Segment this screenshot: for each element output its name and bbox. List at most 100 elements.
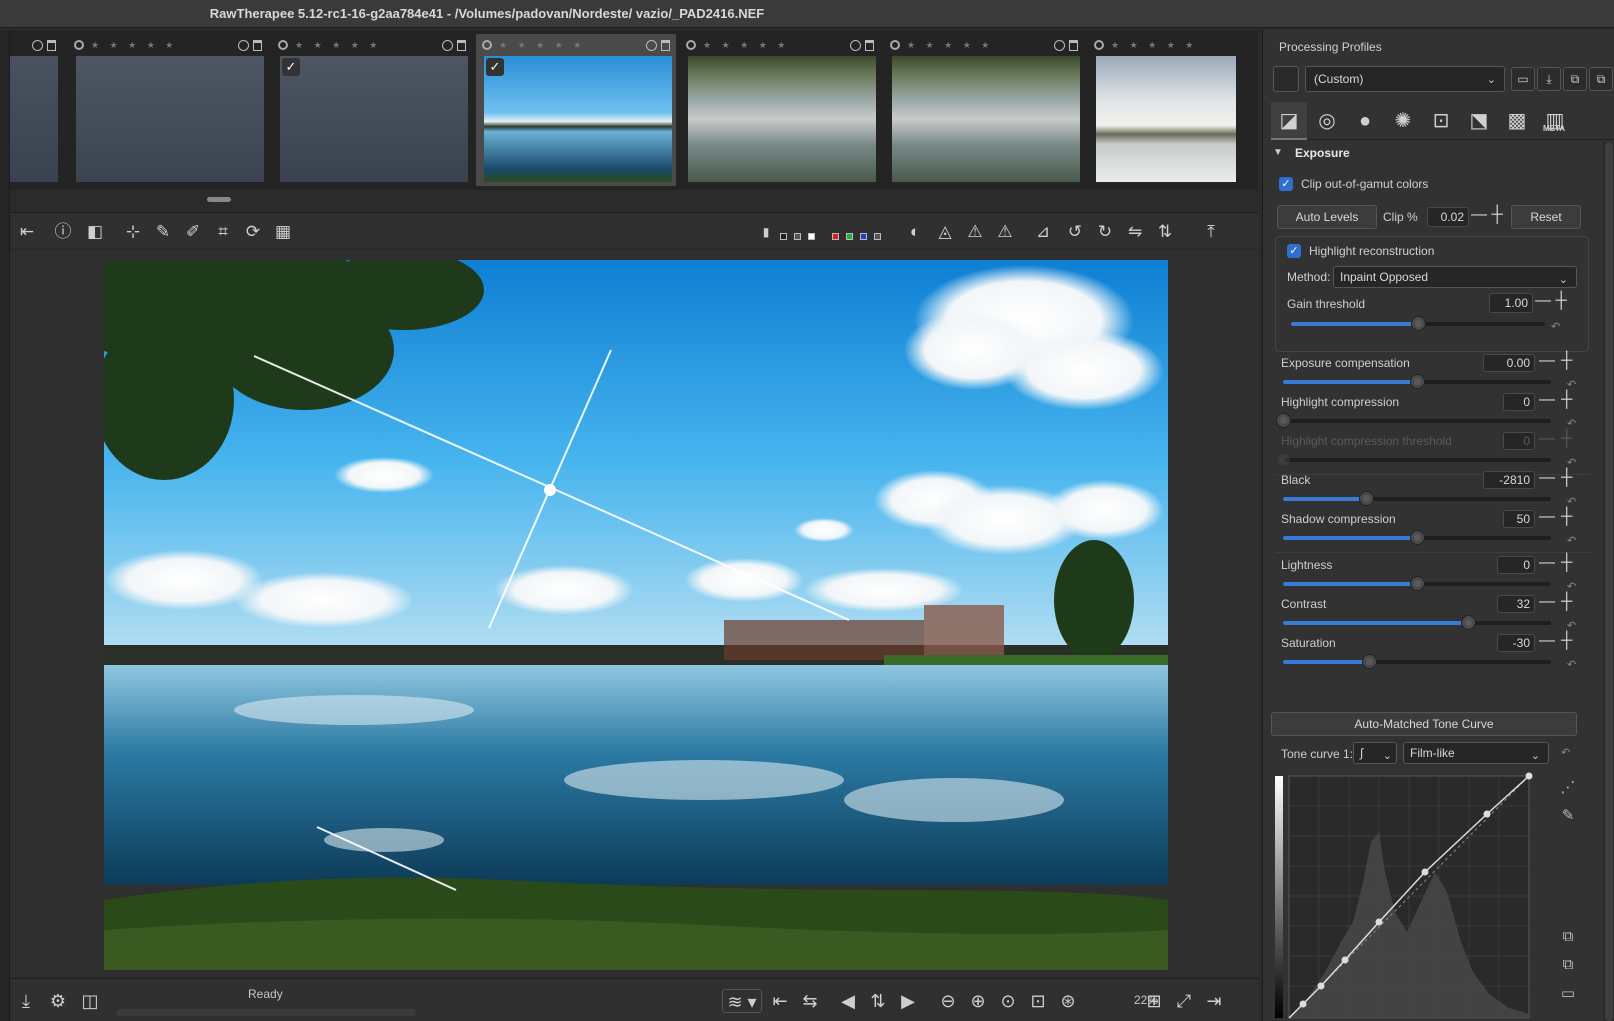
highlight-recon-checkbox[interactable]: ✓	[1287, 244, 1301, 258]
rating-stars[interactable]: ★ ★ ★ ★ ★	[295, 40, 381, 51]
slider-knob[interactable]	[1410, 530, 1425, 545]
slider-track[interactable]	[1283, 654, 1551, 669]
reset-arrow-icon[interactable]: ↶	[1567, 534, 1576, 547]
slider-track[interactable]	[1283, 615, 1551, 630]
preview-green-channel[interactable]	[846, 233, 853, 240]
preview-grey-swatch[interactable]	[794, 233, 801, 240]
slider-row[interactable]: Contrast 32 —┼ ↶	[1263, 593, 1601, 634]
reset-arrow-icon[interactable]: ↶	[1567, 417, 1576, 430]
rank-circle-icon[interactable]	[32, 39, 43, 51]
slider-stepper[interactable]: —┼	[1539, 593, 1578, 611]
tab-details[interactable]: ◎	[1309, 102, 1345, 140]
thumbnail[interactable]: ★ ★ ★ ★ ★	[68, 34, 268, 186]
slider-track[interactable]	[1283, 530, 1551, 545]
reset-arrow-icon[interactable]: ↶	[1551, 320, 1560, 333]
filmstrip[interactable]: ★ ★ ★ ★ ★ ★ ★ ★ ★ ★ ✓ ★ ★ ★ ★ ★ ✓ ★ ★ ★ …	[10, 30, 1258, 190]
reset-arrow-icon[interactable]: ↶	[1567, 456, 1576, 469]
histogram-icon[interactable]: ⊿	[1032, 221, 1054, 243]
save-profile-icon[interactable]: ⤓	[1537, 67, 1561, 91]
perspective-icon[interactable]: ▦	[272, 221, 294, 243]
tab-transform[interactable]: ⬔	[1461, 102, 1497, 140]
rank-circle-icon[interactable]	[442, 39, 453, 51]
slider-stepper[interactable]: —┼	[1539, 469, 1578, 487]
paste-curve-icon[interactable]: ⧉	[1557, 956, 1579, 978]
rating-stars[interactable]: ★ ★ ★ ★ ★	[703, 40, 789, 51]
zoom-in-icon[interactable]: ⊕	[966, 989, 990, 1013]
open-profile-icon[interactable]: ▭	[1511, 67, 1535, 91]
profile-select[interactable]: (Custom) ⌄	[1305, 66, 1505, 92]
zoom-fit-icon[interactable]: ⊙	[996, 989, 1020, 1013]
white-balance-picker-icon[interactable]: ✎	[152, 221, 174, 243]
tab-raw[interactable]: ▩	[1499, 102, 1535, 140]
tools-scroll-area[interactable]: ▼ Exposure ✓ Clip out-of-gamut colors Au…	[1263, 142, 1603, 1021]
hide-right-panel-icon[interactable]: ⇥	[1202, 989, 1226, 1013]
tab-local[interactable]: ⊡	[1423, 102, 1459, 140]
preview-blue-channel[interactable]	[860, 233, 867, 240]
copy-curve-icon[interactable]: ⧉	[1557, 928, 1579, 950]
profile-cog-icon[interactable]	[1094, 40, 1104, 50]
highlight-recon-checkbox-row[interactable]: ✓ Highlight reconstruction	[1287, 241, 1434, 261]
tone-curve-editor[interactable]: ⋰ ✎ ⧉ ⧉ ▭	[1275, 772, 1591, 1021]
profile-cog-icon[interactable]	[482, 40, 492, 50]
thumbnail[interactable]: ★ ★ ★ ★ ★ ✓	[272, 34, 472, 186]
auto-matched-tone-curve-button[interactable]: Auto-Matched Tone Curve	[1271, 712, 1577, 736]
preview-white-swatch[interactable]	[808, 233, 815, 240]
info-icon[interactable]: ⓘ	[52, 221, 74, 243]
slider-track[interactable]	[1291, 316, 1545, 331]
shadow-clip-warning-icon[interactable]: ⚠	[964, 221, 986, 243]
rating-stars[interactable]: ★ ★ ★ ★ ★	[907, 40, 993, 51]
trash-icon[interactable]	[661, 39, 670, 51]
reset-button[interactable]: Reset	[1511, 205, 1581, 229]
navigation-mode-icon[interactable]: ≋ ▾	[722, 989, 762, 1013]
tab-exposure[interactable]: ◪	[1271, 102, 1307, 140]
slider-stepper[interactable]: —┼	[1539, 352, 1578, 370]
slider-stepper[interactable]: —┼	[1539, 632, 1578, 650]
reset-arrow-icon[interactable]: ↶	[1567, 378, 1576, 391]
slider-stepper[interactable]: —┼	[1539, 391, 1578, 409]
fullscreen-icon[interactable]: ⤢	[1172, 989, 1196, 1013]
zoom-fit-crop-icon[interactable]: ⊡	[1026, 989, 1050, 1013]
preview-black-swatch[interactable]	[780, 233, 787, 240]
trash-icon[interactable]	[457, 39, 466, 51]
profile-cog-icon[interactable]	[686, 40, 696, 50]
auto-levels-button[interactable]: Auto Levels	[1277, 205, 1377, 229]
nav-prev-icon[interactable]: ◀	[836, 989, 860, 1013]
before-after-icon[interactable]: ◧	[84, 221, 106, 243]
thumbnail[interactable]: ★ ★ ★ ★ ★	[1088, 34, 1258, 186]
tone-curve-mode-select[interactable]: Film-like ⌄	[1403, 742, 1549, 764]
rating-stars[interactable]: ★ ★ ★ ★ ★	[1111, 40, 1197, 51]
slider-row[interactable]: Saturation -30 —┼ ↶	[1263, 632, 1601, 673]
slider-row[interactable]: Highlight compression 0 —┼ ↶	[1263, 391, 1601, 432]
straighten-icon[interactable]: ⟳	[242, 221, 264, 243]
profile-cog-icon[interactable]	[278, 40, 288, 50]
slider-row[interactable]: Exposure compensation 0.00 —┼ ↶	[1263, 352, 1601, 393]
zoom-out-icon[interactable]: ⊖	[936, 989, 960, 1013]
rank-circle-icon[interactable]	[238, 39, 249, 51]
slider-track[interactable]	[1283, 576, 1551, 591]
filmstrip-resize-handle[interactable]	[207, 197, 231, 202]
slider-knob[interactable]	[1361, 654, 1377, 669]
profile-cog-icon[interactable]	[890, 40, 900, 50]
slider-knob[interactable]	[1460, 615, 1476, 630]
tab-advanced[interactable]: ✺	[1385, 102, 1421, 140]
slider-knob[interactable]	[1411, 316, 1426, 331]
edit-point-icon[interactable]: ⋰	[1557, 778, 1579, 800]
method-select[interactable]: Inpaint Opposed ⌄	[1333, 266, 1577, 288]
focus-mask-icon[interactable]: ◐	[904, 221, 926, 243]
reset-arrow-icon[interactable]: ↶	[1567, 658, 1576, 671]
clip-gamut-checkbox[interactable]: ✓	[1279, 177, 1293, 191]
hide-left-panel-icon[interactable]: ⇤	[16, 221, 38, 243]
curve-type-select[interactable]: ∫ ⌄	[1353, 742, 1397, 764]
slider-track[interactable]	[1276, 413, 1551, 428]
slider-value-input[interactable]: 0	[1503, 393, 1535, 411]
queue-settings-icon[interactable]: ⚙	[46, 989, 70, 1013]
clip-percent-input[interactable]: 0.02	[1427, 207, 1469, 227]
nav-next-icon[interactable]: ▶	[896, 989, 920, 1013]
tab-meta[interactable]: ▥ META	[1537, 102, 1573, 140]
reset-arrow-icon[interactable]: ↶	[1567, 495, 1576, 508]
slider-value-input[interactable]: -30	[1497, 634, 1535, 652]
hand-tool-icon[interactable]: ⊹	[122, 221, 144, 243]
rating-stars[interactable]: ★ ★ ★ ★ ★	[499, 40, 585, 51]
profile-cog-icon[interactable]	[74, 40, 84, 50]
hide-top-panel-icon[interactable]: ⤒	[1200, 221, 1222, 243]
